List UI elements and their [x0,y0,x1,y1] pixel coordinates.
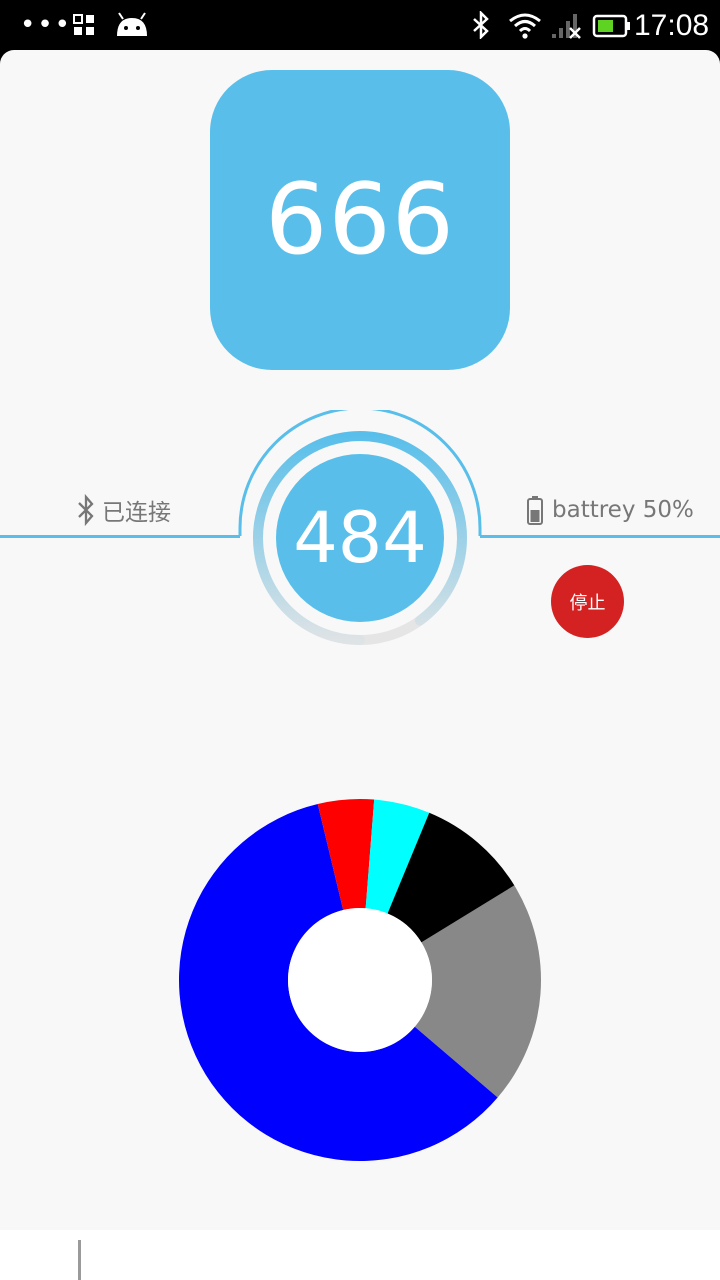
app-grid-icon [73,14,94,35]
android-icon [117,12,147,36]
battery-status: battrey 50% [526,494,694,526]
stop-button[interactable]: 停止 [551,565,624,638]
divider-left [0,535,240,538]
clock: 17:08 [634,9,710,42]
bottom-input-bar[interactable] [0,1230,720,1280]
gauge-value: 484 [293,497,427,579]
battery-label: battrey 50% [552,497,694,523]
main-value: 666 [264,163,456,277]
app-content: 666 484 已连接 battrey 50% 停止 [0,50,720,1230]
divider-right [480,535,720,538]
connection-status: 已连接 [76,494,171,526]
text-cursor [78,1240,81,1280]
wifi-icon [509,13,541,39]
signal-icon [552,14,581,39]
donut-hole [288,908,432,1052]
bluetooth-icon [78,494,94,526]
donut-chart [179,799,541,1161]
bluetooth-icon [473,11,489,39]
more-icon: ••• [20,10,73,40]
battery-icon [527,496,543,525]
battery-icon [592,14,630,38]
status-bar: ••• 17:08 [0,0,720,50]
connection-label: 已连接 [102,500,171,526]
main-value-card: 666 [210,70,510,370]
